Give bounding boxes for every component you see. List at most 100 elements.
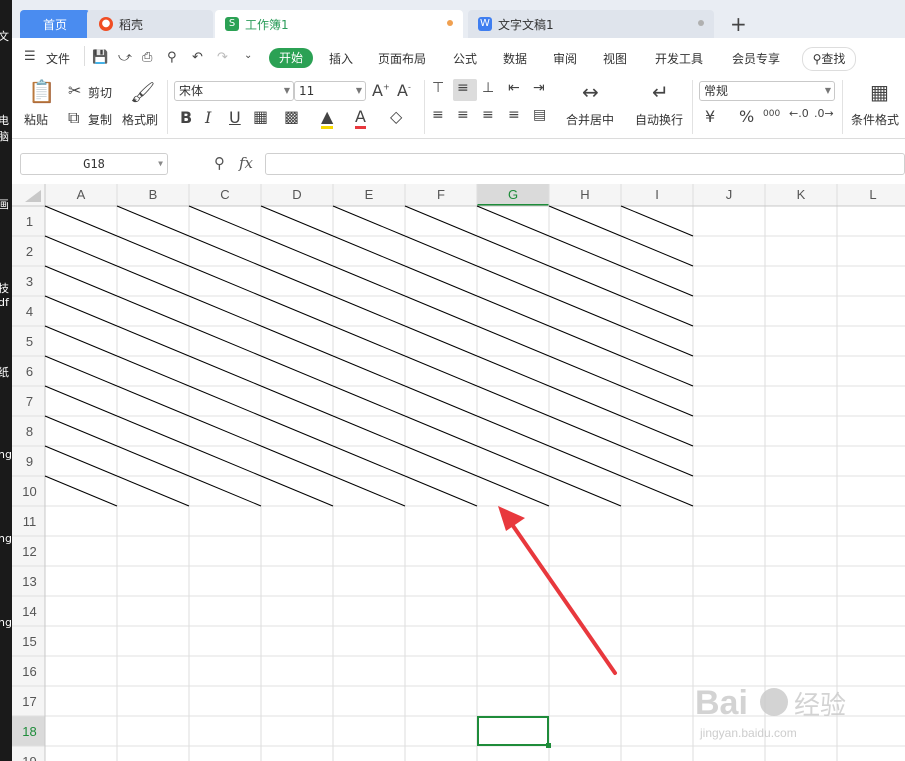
paste-button[interactable]: 粘贴 bbox=[24, 111, 48, 128]
menu-insert[interactable]: 插入 bbox=[329, 50, 353, 67]
save-icon[interactable]: 💾 bbox=[92, 50, 108, 65]
format-painter-button[interactable]: 格式刷 bbox=[122, 111, 158, 128]
increase-decimal-icon[interactable]: ←.0 bbox=[789, 107, 809, 120]
column-header-b[interactable]: B bbox=[149, 187, 158, 202]
row-header-8[interactable]: 8 bbox=[26, 424, 33, 439]
clear-format-icon[interactable]: ◇ bbox=[390, 107, 402, 126]
align-center-icon[interactable]: ≡ bbox=[457, 107, 469, 123]
redo-icon[interactable]: ↷ bbox=[217, 50, 228, 65]
row-header-11[interactable]: 11 bbox=[23, 514, 37, 529]
menu-start[interactable]: 开始 bbox=[269, 48, 313, 68]
tab-home[interactable]: 首页 bbox=[20, 10, 90, 38]
column-header-d[interactable]: D bbox=[292, 187, 301, 202]
menu-data[interactable]: 数据 bbox=[503, 50, 527, 67]
row-header-19[interactable]: 19 bbox=[22, 754, 36, 761]
number-format-select[interactable]: 常规 ▼ bbox=[699, 81, 835, 101]
row-header-17[interactable]: 17 bbox=[22, 694, 36, 709]
row-header-6[interactable]: 6 bbox=[26, 364, 33, 379]
fx-icon[interactable]: fx bbox=[239, 154, 253, 172]
export-icon[interactable]: ⤻ bbox=[118, 50, 132, 65]
row-header-15[interactable]: 15 bbox=[22, 634, 36, 649]
print-preview-icon[interactable]: ⚲ bbox=[167, 50, 177, 65]
hamburger-menu-icon[interactable]: ☰ bbox=[24, 49, 36, 64]
underline-button[interactable]: U bbox=[229, 108, 241, 127]
search-button[interactable]: ⚲查找 bbox=[802, 47, 856, 71]
new-tab-button[interactable]: + bbox=[730, 12, 747, 36]
tab-daoke[interactable]: ● 稻壳 bbox=[87, 10, 213, 38]
fill-color-icon[interactable]: ▲ bbox=[321, 107, 334, 129]
column-header-k[interactable]: K bbox=[797, 187, 806, 202]
menu-view[interactable]: 视图 bbox=[603, 50, 627, 67]
font-size-select[interactable]: 11 ▼ bbox=[294, 81, 366, 101]
menu-formula[interactable]: 公式 bbox=[453, 50, 477, 67]
row-header-2[interactable]: 2 bbox=[26, 244, 33, 259]
row-header-5[interactable]: 5 bbox=[26, 334, 33, 349]
row-header-10[interactable]: 10 bbox=[22, 484, 36, 499]
name-box[interactable]: G18 ▼ bbox=[20, 153, 168, 175]
undo-icon[interactable]: ↶ bbox=[192, 50, 203, 65]
column-header-i[interactable]: I bbox=[655, 187, 659, 202]
row-header-3[interactable]: 3 bbox=[26, 274, 33, 289]
distributed-icon[interactable]: ▤ bbox=[533, 107, 546, 123]
row-header-4[interactable]: 4 bbox=[26, 304, 33, 319]
percent-button[interactable]: % bbox=[739, 107, 754, 126]
indent-decrease-icon[interactable]: ⇤ bbox=[508, 80, 520, 96]
row-header-16[interactable]: 16 bbox=[22, 664, 36, 679]
fill-handle[interactable] bbox=[546, 743, 551, 748]
menu-developer[interactable]: 开发工具 bbox=[655, 50, 703, 67]
decrease-font-icon[interactable]: A- bbox=[397, 81, 411, 100]
column-header-l[interactable]: L bbox=[869, 187, 876, 202]
align-middle-icon[interactable]: ≡ bbox=[457, 80, 469, 96]
column-header-j[interactable]: J bbox=[726, 187, 733, 202]
column-header-g[interactable]: G bbox=[508, 187, 518, 202]
row-header-12[interactable]: 12 bbox=[22, 544, 36, 559]
tab-document[interactable]: W 文字文稿1 bbox=[468, 10, 714, 38]
menu-review[interactable]: 审阅 bbox=[553, 50, 577, 67]
border-icon[interactable]: ▦ bbox=[253, 107, 268, 126]
merge-center-icon[interactable]: ↔ bbox=[582, 80, 599, 104]
column-header-h[interactable]: H bbox=[580, 187, 589, 202]
justify-icon[interactable]: ≡ bbox=[508, 107, 520, 123]
conditional-format-icon[interactable]: ▦ bbox=[870, 80, 889, 104]
indent-increase-icon[interactable]: ⇥ bbox=[533, 80, 545, 96]
increase-font-icon[interactable]: A+ bbox=[372, 81, 390, 100]
spreadsheet-grid[interactable]: ABCDEFGHIJKL1234567891011121314151617181… bbox=[12, 184, 905, 761]
copy-button[interactable]: 复制 bbox=[88, 111, 112, 128]
row-header-7[interactable]: 7 bbox=[26, 394, 33, 409]
copy-icon[interactable]: ⧉ bbox=[68, 108, 79, 128]
merge-center-button[interactable]: 合并居中 bbox=[566, 111, 614, 128]
align-right-icon[interactable]: ≡ bbox=[482, 107, 494, 123]
format-painter-icon[interactable]: 🖌 bbox=[130, 80, 155, 104]
row-header-13[interactable]: 13 bbox=[22, 574, 36, 589]
more-dropdown-icon[interactable]: ⌄ bbox=[244, 50, 252, 61]
row-header-14[interactable]: 14 bbox=[22, 604, 36, 619]
formula-input[interactable] bbox=[265, 153, 905, 175]
bold-button[interactable]: B bbox=[180, 108, 192, 127]
column-header-c[interactable]: C bbox=[220, 187, 229, 202]
menu-page-layout[interactable]: 页面布局 bbox=[378, 50, 426, 67]
cut-icon[interactable]: ✂ bbox=[68, 81, 81, 100]
row-header-18[interactable]: 18 bbox=[22, 724, 36, 739]
fill-style-icon[interactable]: ▩ bbox=[284, 107, 299, 126]
thousands-button[interactable]: 000 bbox=[763, 109, 780, 119]
menu-file[interactable]: 文件 bbox=[46, 50, 70, 67]
align-left-icon[interactable]: ≡ bbox=[432, 107, 444, 123]
zoom-icon[interactable]: ⚲ bbox=[214, 154, 225, 172]
column-header-a[interactable]: A bbox=[77, 187, 86, 202]
column-header-f[interactable]: F bbox=[437, 187, 445, 202]
conditional-format-button[interactable]: 条件格式 bbox=[851, 111, 899, 128]
column-header-e[interactable]: E bbox=[365, 187, 374, 202]
row-header-9[interactable]: 9 bbox=[26, 454, 33, 469]
wrap-text-button[interactable]: 自动换行 bbox=[635, 111, 683, 128]
row-header-1[interactable]: 1 bbox=[26, 214, 33, 229]
paste-icon[interactable]: 📋 bbox=[28, 80, 55, 105]
tab-workbook[interactable]: S 工作簿1 bbox=[215, 10, 463, 38]
active-cell[interactable] bbox=[477, 716, 549, 746]
decrease-decimal-icon[interactable]: .0→ bbox=[814, 107, 834, 120]
cut-button[interactable]: 剪切 bbox=[88, 84, 112, 101]
font-color-icon[interactable]: A bbox=[355, 107, 366, 129]
close-dot-icon[interactable] bbox=[698, 20, 704, 26]
currency-icon[interactable]: ¥ bbox=[705, 107, 715, 126]
align-bottom-icon[interactable]: ⊥ bbox=[482, 80, 494, 96]
menu-member[interactable]: 会员专享 bbox=[732, 50, 780, 67]
